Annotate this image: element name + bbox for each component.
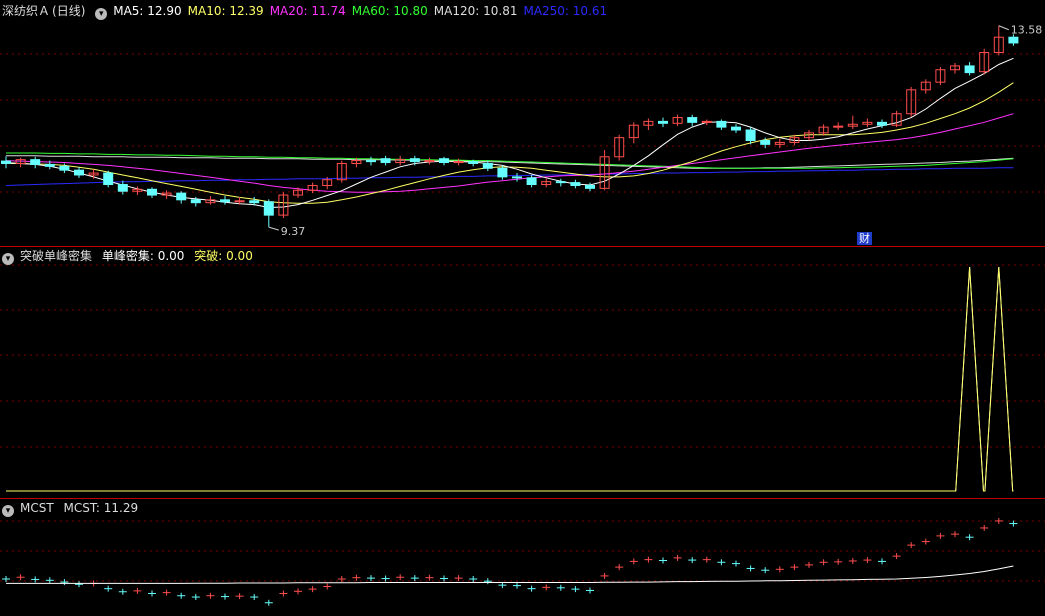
low-pointer bbox=[268, 226, 279, 231]
line-ma5 bbox=[5, 57, 1014, 209]
candle-down bbox=[409, 158, 420, 163]
candle-down bbox=[380, 158, 391, 164]
indicator-name: 突破单峰密集 bbox=[20, 249, 93, 263]
candle-down bbox=[1008, 36, 1019, 44]
candle-down bbox=[220, 199, 230, 203]
candle-down bbox=[44, 163, 55, 167]
candle-down bbox=[249, 200, 260, 204]
chevron-down-icon[interactable]: ▾ bbox=[95, 8, 108, 20]
line-ma120 bbox=[6, 155, 1014, 169]
candle-down bbox=[731, 126, 741, 131]
peak-value: 单峰密集: 0.00 bbox=[101, 249, 185, 263]
indicator-panel[interactable]: ▾ 突破单峰密集 单峰密集: 0.00 突破: 0.00 bbox=[0, 247, 1045, 498]
financial-report-badge[interactable]: 财 bbox=[857, 232, 872, 245]
candle-down bbox=[512, 176, 522, 179]
indicator-chart[interactable] bbox=[0, 247, 1045, 498]
candle-down bbox=[30, 159, 41, 165]
candle-down bbox=[439, 158, 449, 164]
candle-up bbox=[234, 200, 245, 203]
price-chart[interactable]: 13.58 9.37 bbox=[0, 0, 1045, 246]
ma-legend-ma10: MA10: 12.39 bbox=[187, 4, 264, 18]
candle-down bbox=[366, 160, 376, 163]
candle-down bbox=[59, 165, 70, 171]
high-pointer bbox=[998, 25, 1009, 31]
candle-down bbox=[760, 140, 771, 145]
mcst-chart[interactable] bbox=[0, 499, 1045, 616]
breakthrough-value: 突破: 0.00 bbox=[194, 249, 253, 263]
candle-down bbox=[877, 121, 887, 126]
candle-up bbox=[424, 160, 435, 163]
mcst-name: MCST bbox=[20, 501, 54, 515]
breakthrough-line bbox=[6, 266, 1014, 492]
stock-name: 深纺织Ａ bbox=[2, 4, 51, 18]
candle-down bbox=[176, 192, 187, 201]
candle-down bbox=[103, 172, 114, 186]
candle-down bbox=[497, 167, 508, 178]
period-label: (日线) bbox=[52, 4, 86, 18]
candle-down bbox=[468, 161, 479, 164]
price-legend: 深纺织Ａ (日线) ▾ MA5: 12.90 MA10: 12.39 MA20: 11.… bbox=[2, 4, 619, 20]
ma-legend-ma250: MA250: 10.61 bbox=[523, 4, 608, 18]
price-panel[interactable]: 13.58 9.37 深纺织Ａ (日线) ▾ MA5: 12.90 MA10: 12.3… bbox=[0, 0, 1045, 246]
candle-down bbox=[716, 120, 727, 128]
candle-down bbox=[74, 169, 84, 176]
candle-down bbox=[555, 181, 566, 184]
peak-line bbox=[6, 266, 1014, 492]
candle-down bbox=[658, 120, 668, 124]
ma-legend-ma120: MA120: 10.81 bbox=[433, 4, 518, 18]
ma-legend-ma60: MA60: 10.80 bbox=[351, 4, 428, 18]
mcst-panel[interactable]: ▾ MCST MCST: 11.29 bbox=[0, 499, 1045, 616]
mcst-value: MCST: 11.29 bbox=[63, 501, 139, 515]
mcst-legend: ▾ MCST MCST: 11.29 bbox=[2, 501, 144, 517]
candle-up bbox=[833, 125, 844, 128]
candle-down bbox=[585, 184, 595, 189]
chevron-down-icon[interactable]: ▾ bbox=[2, 253, 14, 265]
low-label: 9.37 bbox=[281, 225, 306, 238]
candle-down bbox=[1, 160, 11, 164]
candle-down bbox=[147, 188, 157, 196]
candle-up bbox=[453, 161, 464, 164]
high-label: 13.58 bbox=[1011, 24, 1043, 37]
candle-down bbox=[117, 184, 128, 192]
candle-down bbox=[687, 117, 698, 123]
candle-down bbox=[964, 65, 975, 74]
candle-down bbox=[526, 177, 537, 186]
ma-legend-ma20: MA20: 11.74 bbox=[269, 4, 346, 18]
chevron-down-icon[interactable]: ▾ bbox=[2, 505, 14, 517]
candle-down bbox=[745, 129, 756, 142]
candle-down bbox=[190, 199, 201, 204]
candle-up bbox=[701, 120, 712, 123]
ma-legend-ma5: MA5: 12.90 bbox=[113, 4, 182, 18]
line-ma60 bbox=[6, 152, 1014, 169]
candle-down bbox=[263, 201, 274, 216]
candle-down bbox=[570, 182, 581, 186]
line-ma20 bbox=[5, 113, 1014, 193]
candle-down bbox=[482, 162, 493, 169]
ma-legend-list: MA5: 12.90 MA10: 12.39 MA20: 11.74 MA60: 10… bbox=[113, 4, 613, 18]
indicator-legend: ▾ 突破单峰密集 单峰密集: 0.00 突破: 0.00 bbox=[2, 249, 259, 265]
